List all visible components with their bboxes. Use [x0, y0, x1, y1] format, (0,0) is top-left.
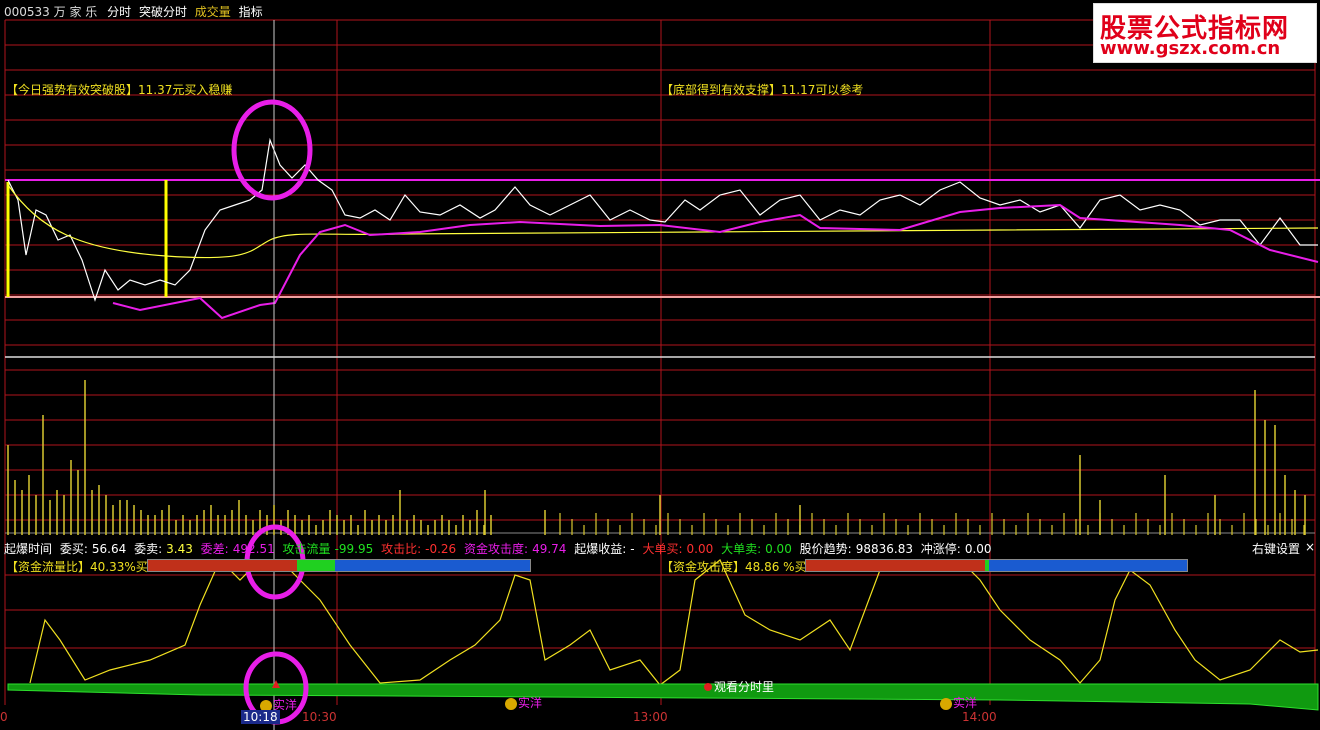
stat-return-value: - [630, 542, 635, 556]
chart-canvas[interactable] [0, 0, 1320, 730]
bar-segment-sell [988, 560, 1187, 571]
cursor-time-badge: 10:18 [241, 710, 280, 724]
time-axis-start: 0 [0, 710, 8, 724]
stat-limit-label: 冲涨停: [920, 542, 961, 556]
tab-volume[interactable]: 成交量 [195, 5, 231, 19]
settings-button[interactable]: 右键设置 [1252, 540, 1300, 557]
fund-area [7, 683, 1319, 711]
tab-intraday[interactable]: 分时 [107, 5, 131, 19]
stat-big-buy-label: 大单买: [642, 542, 683, 556]
close-icon[interactable]: × [1305, 540, 1315, 554]
view-tabs: 分时 突破分时 成交量 指标 [107, 5, 267, 19]
money-bag-icon [940, 697, 952, 710]
site-watermark: 股票公式指标网 www.gszx.com.cn [1093, 3, 1317, 63]
time-axis-1400: 14:00 [962, 710, 997, 724]
time-axis-1300: 13:00 [633, 710, 668, 724]
money-bag-icon [505, 697, 517, 710]
stat-diff-value: 492.51 [232, 542, 275, 556]
momentum-line [112, 203, 1319, 320]
highlight-circle [231, 99, 313, 201]
stat-attack-degree-label: 资金攻击度: [464, 542, 529, 556]
center-marker-label: 观看分时里 [714, 680, 775, 694]
stat-attack-degree-value: 49.74 [532, 542, 567, 556]
stat-attack-flow-value: -99.95 [334, 542, 374, 556]
stat-trend-value: 98836.83 [855, 542, 913, 556]
stat-trigger-time: 起爆时间 [4, 542, 53, 556]
tab-indicator[interactable]: 指标 [239, 5, 263, 19]
tab-breakout-intraday[interactable]: 突破分时 [139, 5, 187, 19]
stat-ask-value: 3.43 [166, 542, 193, 556]
annotation-left: 【今日强势有效突破股】11.37元买入稳赚 [6, 83, 233, 97]
fund-flow-bar [147, 559, 531, 572]
stat-big-sell-label: 大单卖: [721, 542, 762, 556]
stat-ask-label: 委卖: [134, 542, 163, 556]
stat-attack-ratio-label: 攻击比: [381, 542, 422, 556]
fund-attack-bar [805, 559, 1188, 572]
stat-return-label: 起爆收益: [574, 542, 627, 556]
indicator-left-label: 【资金流量比】40.33%买 [6, 560, 148, 574]
annotation-right: 【底部得到有效支撑】11.17可以参考 [661, 83, 864, 97]
watermark-url: www.gszx.com.cn [1100, 38, 1281, 59]
stat-attack-flow-label: 攻击流量 [282, 542, 331, 556]
stat-bid-label: 委买: [59, 542, 88, 556]
cash-marker-2[interactable]: 实洋 [505, 694, 542, 711]
indicator-right-label: 【资金攻击度】48.86 %买 [661, 560, 807, 574]
cash-marker-3[interactable]: 实洋 [940, 694, 977, 711]
stock-name: 000533 万 家 乐 [4, 5, 98, 19]
stat-limit-value: 0.00 [964, 542, 992, 556]
bar-segment-buy [806, 560, 986, 571]
time-cursor-label: 10:18 [241, 710, 280, 724]
bar-segment-sell [335, 560, 530, 571]
marker-label: 实洋 [518, 696, 543, 710]
stat-big-sell-value: 0.00 [765, 542, 792, 556]
stat-diff-label: 委差: [200, 542, 229, 556]
dot-icon [704, 683, 712, 691]
stat-attack-ratio-value: -0.26 [425, 542, 457, 556]
stats-row: 起爆时间 委买: 56.64 委卖: 3.43 委差: 492.51 攻击流量 -99.… [4, 540, 996, 557]
stat-big-buy-value: 0.00 [686, 542, 714, 556]
marker-label: 实洋 [953, 696, 978, 710]
oscillator-line [29, 558, 1319, 686]
stat-trend-label: 股价趋势: [799, 542, 852, 556]
bar-segment-buy [148, 560, 297, 571]
time-axis-1030: 10:30 [302, 710, 337, 724]
stock-header: 000533 万 家 乐 分时 突破分时 成交量 指标 [4, 3, 273, 20]
stat-bid-value: 56.64 [91, 542, 127, 556]
bar-segment-neutral [296, 560, 336, 571]
center-marker[interactable]: 观看分时里 [704, 678, 774, 695]
